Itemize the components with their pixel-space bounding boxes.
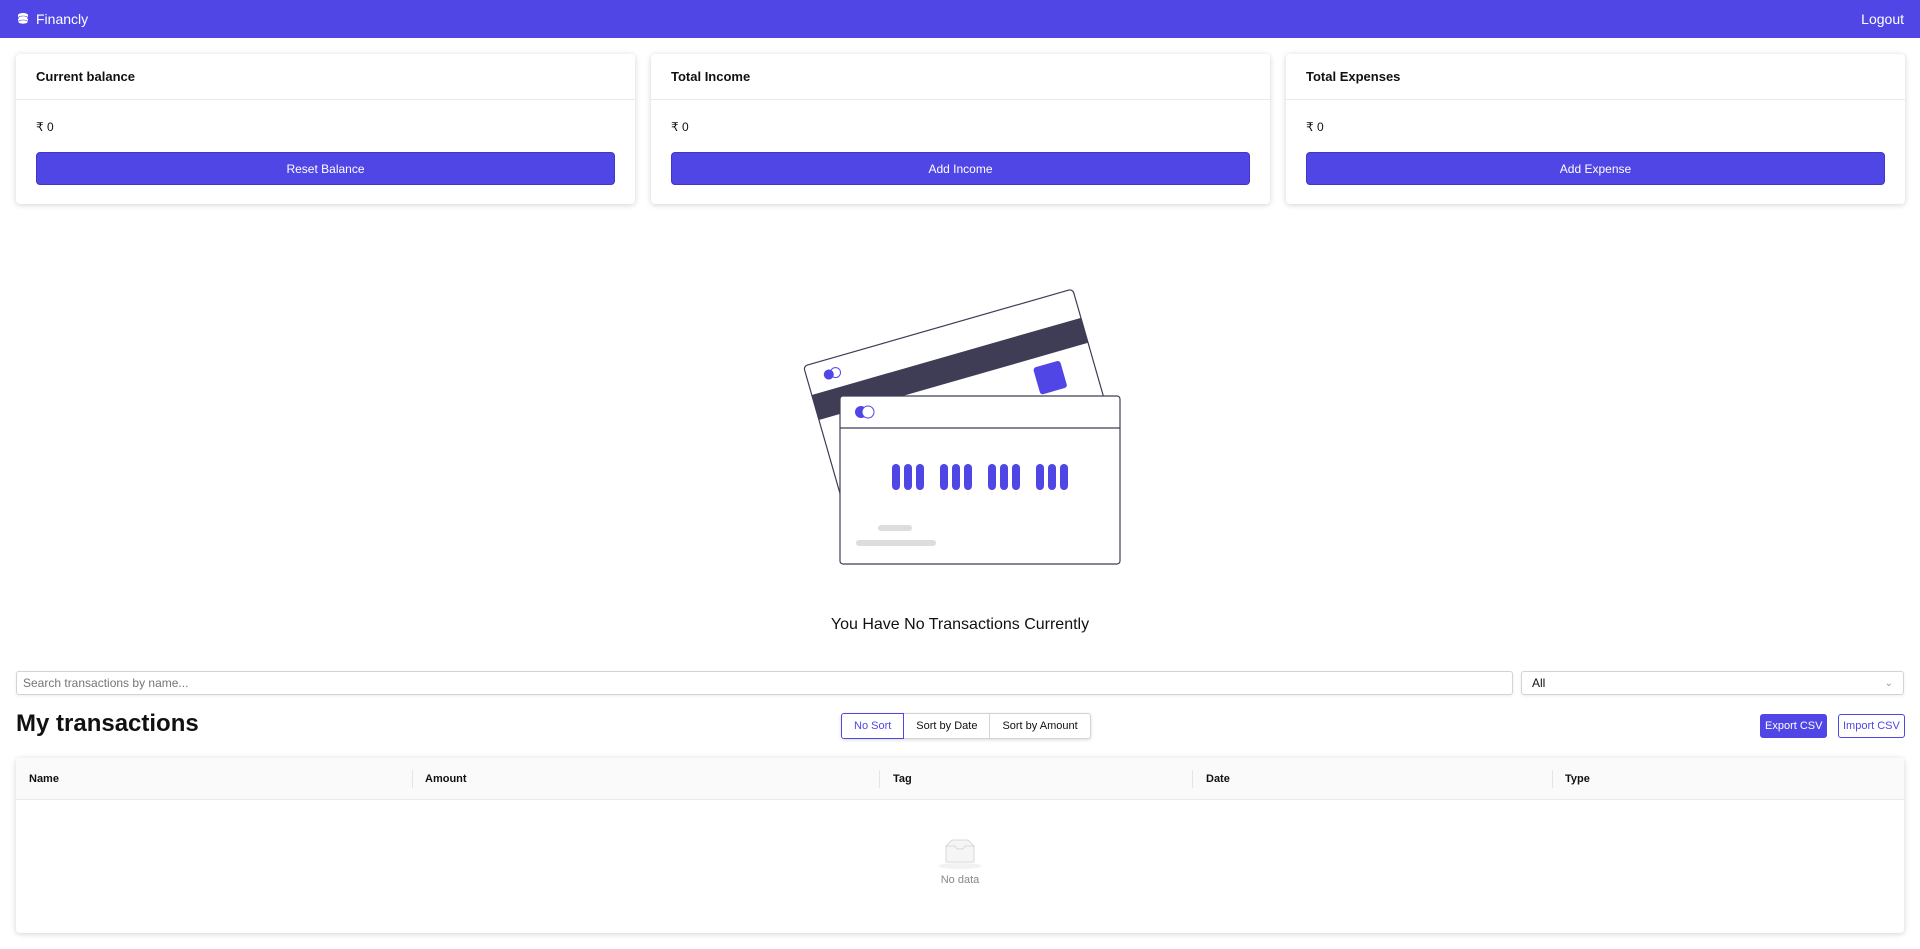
- coins-icon: [17, 13, 29, 25]
- no-data-text: No data: [940, 874, 980, 886]
- type-filter-value: All: [1532, 676, 1546, 690]
- export-csv-button[interactable]: Export CSV: [1760, 714, 1828, 738]
- empty-state-message: You Have No Transactions Currently: [830, 616, 1090, 633]
- column-divider: [412, 770, 413, 788]
- no-data-state: No data: [16, 838, 1904, 886]
- total-expenses-card: Total Expenses ₹ 0 Add Expense: [1286, 54, 1905, 204]
- sort-by-amount-option[interactable]: Sort by Amount: [990, 713, 1091, 739]
- card-title: Total Income: [651, 54, 1270, 100]
- credit-cards-illustration: [803, 289, 1121, 565]
- transactions-title: My transactions: [16, 710, 199, 737]
- column-header-date[interactable]: Date: [1206, 758, 1230, 800]
- search-input[interactable]: [16, 671, 1513, 695]
- no-sort-option[interactable]: No Sort: [841, 713, 905, 739]
- sort-by-date-option[interactable]: Sort by Date: [904, 713, 991, 739]
- column-header-name[interactable]: Name: [29, 758, 59, 800]
- type-filter-select[interactable]: All ⌄: [1521, 671, 1904, 695]
- total-expenses-value: ₹ 0: [1306, 120, 1324, 134]
- card-title: Current balance: [16, 54, 635, 100]
- table-header: Name Amount Tag Date Type: [16, 758, 1904, 800]
- empty-inbox-icon: [938, 839, 982, 869]
- add-expense-button[interactable]: Add Expense: [1306, 152, 1885, 185]
- current-balance-value: ₹ 0: [36, 120, 54, 134]
- brand[interactable]: Financly: [16, 11, 88, 27]
- total-income-value: ₹ 0: [671, 120, 689, 134]
- current-balance-card: Current balance ₹ 0 Reset Balance: [16, 54, 635, 204]
- import-csv-button[interactable]: Import CSV: [1838, 714, 1905, 738]
- chevron-down-icon: ⌄: [1884, 677, 1893, 689]
- add-income-button[interactable]: Add Income: [671, 152, 1250, 185]
- transactions-table: Name Amount Tag Date Type No data: [16, 758, 1904, 933]
- column-header-amount[interactable]: Amount: [425, 758, 467, 800]
- navbar: Financly Logout: [0, 0, 1920, 38]
- column-header-type[interactable]: Type: [1565, 758, 1590, 800]
- reset-balance-button[interactable]: Reset Balance: [36, 152, 615, 185]
- card-title: Total Expenses: [1286, 54, 1905, 100]
- sort-options: No Sort Sort by Date Sort by Amount: [841, 713, 1091, 739]
- logout-link[interactable]: Logout: [1861, 11, 1904, 27]
- column-divider: [1192, 770, 1193, 788]
- brand-name: Financly: [36, 11, 89, 27]
- column-divider: [879, 770, 880, 788]
- column-divider: [1552, 770, 1553, 788]
- column-header-tag[interactable]: Tag: [893, 758, 912, 800]
- total-income-card: Total Income ₹ 0 Add Income: [651, 54, 1270, 204]
